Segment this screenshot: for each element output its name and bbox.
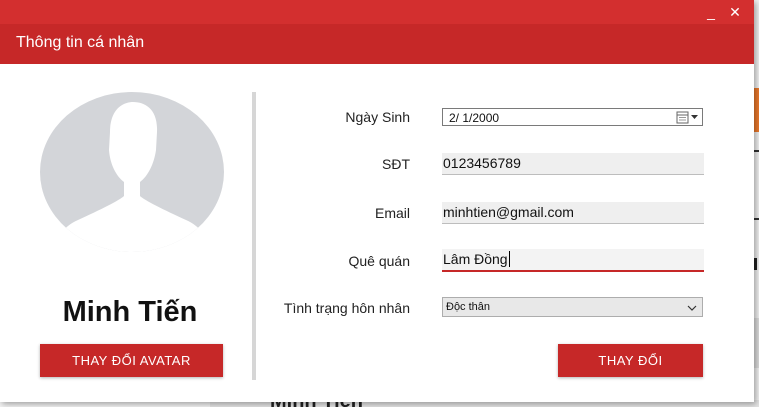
calendar-icon[interactable] xyxy=(676,111,700,124)
phone-field[interactable]: 0123456789 xyxy=(442,153,704,175)
marital-status-select[interactable]: Độc thân xyxy=(442,297,703,317)
background-glyph xyxy=(754,258,757,270)
hometown-value: Lâm Đồng xyxy=(443,251,508,267)
close-button[interactable]: ✕ xyxy=(724,2,746,22)
marital-status-value: Độc thân xyxy=(446,301,491,313)
user-name: Minh Tiến xyxy=(62,296,198,328)
minimize-button[interactable]: _ xyxy=(700,2,722,22)
birthdate-value: 2/ 1/2000 xyxy=(449,111,500,125)
change-avatar-button[interactable]: THAY ĐỔI AVATAR xyxy=(40,344,223,377)
birthdate-picker[interactable]: 2/ 1/2000 xyxy=(442,108,703,126)
personal-info-dialog: _ ✕ Thông tin cá nhân Minh Tiến THAY ĐỔI… xyxy=(0,0,754,402)
birthdate-label: Ngày Sinh xyxy=(345,109,410,125)
vertical-divider xyxy=(252,92,256,380)
title-bar[interactable]: _ ✕ xyxy=(0,0,754,24)
text-cursor xyxy=(508,251,510,267)
dialog-header: Thông tin cá nhân xyxy=(0,24,754,64)
marital-status-label: Tình trạng hôn nhân xyxy=(283,300,410,316)
hometown-field[interactable]: Lâm Đồng xyxy=(442,249,704,272)
chevron-down-icon xyxy=(687,301,697,311)
save-changes-button[interactable]: THAY ĐỔI xyxy=(558,344,703,377)
email-field[interactable]: minhtien@gmail.com xyxy=(442,202,704,224)
email-label: Email xyxy=(374,205,410,221)
user-silhouette-icon xyxy=(40,92,224,252)
hometown-label: Quê quán xyxy=(348,253,411,269)
dialog-title: Thông tin cá nhân xyxy=(16,34,145,51)
phone-label: SĐT xyxy=(382,156,410,172)
